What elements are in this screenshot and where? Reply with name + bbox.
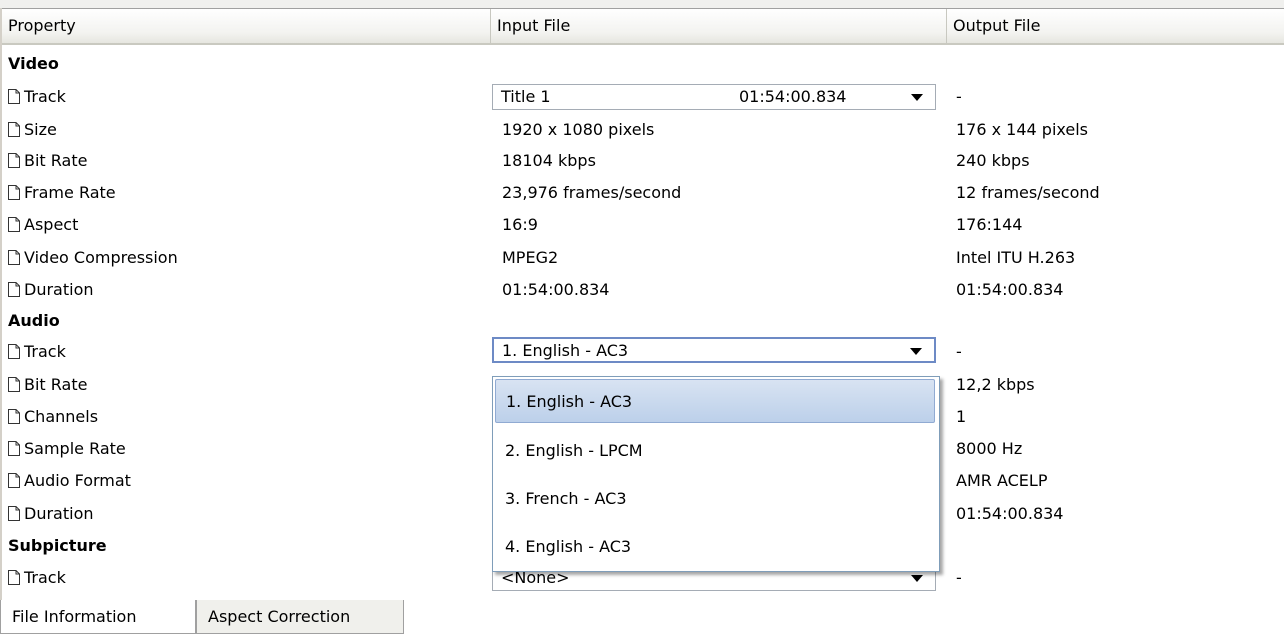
document-icon [8,409,20,424]
section-video: Video [8,54,59,73]
output-value: 01:54:00.834 [956,280,1064,299]
file-info-panel: Property Input File Output File Video Tr… [0,0,1284,600]
video-track-value: Title 1 [501,87,551,106]
input-value: 23,976 frames/second [502,183,682,202]
document-icon [8,473,20,488]
document-icon [8,344,20,359]
dropdown-arrow-icon[interactable] [910,348,922,355]
property-label: Aspect [24,215,79,234]
property-label: Frame Rate [24,183,116,202]
column-header: Property Input File Output File [2,9,1284,45]
document-icon [8,282,20,297]
section-subpicture: Subpicture [8,536,107,555]
audio-track-value: 1. English - AC3 [502,341,629,360]
audio-track-dropdown-list: 1. English - AC3 2. English - LPCM 3. Fr… [492,376,940,572]
video-track-combo[interactable]: Title 1 01:54:00.834 [492,84,936,110]
output-value: - [956,87,962,106]
document-icon [8,506,20,521]
output-value: 8000 Hz [956,439,1023,458]
input-value: 01:54:00.834 [502,280,610,299]
property-label: Duration [24,504,94,523]
video-track-row[interactable]: Track Title 1 01:54:00.834 - [0,82,1284,112]
output-value: 12 frames/second [956,183,1100,202]
dropdown-arrow-icon[interactable] [911,575,923,582]
property-label: Track [24,87,66,106]
video-framerate-row[interactable]: Frame Rate 23,976 frames/second 12 frame… [0,178,1284,208]
property-label: Video Compression [24,248,178,267]
output-value: AMR ACELP [956,471,1048,490]
dropdown-arrow-icon[interactable] [911,94,923,101]
property-label: Track [24,342,66,361]
tab-file-information[interactable]: File Information [0,600,196,634]
column-header-output-file[interactable]: Output File [946,9,1284,43]
column-header-input-file[interactable]: Input File [490,9,946,43]
input-value: MPEG2 [502,248,559,267]
document-icon [8,153,20,168]
document-icon [8,89,20,104]
section-audio: Audio [8,311,60,330]
property-label: Duration [24,280,94,299]
property-label: Bit Rate [24,375,88,394]
video-track-time: 01:54:00.834 [739,87,847,106]
output-value: 1 [956,407,967,426]
document-icon [8,217,20,232]
output-value: Intel ITU H.263 [956,248,1076,267]
output-value: 176:144 [956,215,1023,234]
output-value: - [956,342,962,361]
output-value: 12,2 kbps [956,375,1035,394]
audio-track-row[interactable]: Track 1. English - AC3 - [0,337,1284,367]
property-label: Size [24,120,57,139]
video-duration-row[interactable]: Duration 01:54:00.834 01:54:00.834 [0,275,1284,305]
audio-track-combo[interactable]: 1. English - AC3 [492,337,936,363]
property-label: Audio Format [24,471,131,490]
video-size-row[interactable]: Size 1920 x 1080 pixels 176 x 144 pixels [0,115,1284,145]
audio-track-option[interactable]: 4. English - AC3 [495,525,935,569]
audio-track-option[interactable]: 1. English - AC3 [495,379,935,423]
input-value: 1920 x 1080 pixels [502,120,655,139]
video-bitrate-row[interactable]: Bit Rate 18104 kbps 240 kbps [0,146,1284,176]
tab-bar: File Information Aspect Correction [0,600,1284,635]
input-value: 16:9 [502,215,538,234]
document-icon [8,250,20,265]
output-value: 01:54:00.834 [956,504,1064,523]
tab-aspect-correction[interactable]: Aspect Correction [196,600,404,634]
audio-track-option[interactable]: 2. English - LPCM [495,429,935,473]
audio-track-option[interactable]: 3. French - AC3 [495,477,935,521]
document-icon [8,185,20,200]
video-aspect-row[interactable]: Aspect 16:9 176:144 [0,210,1284,240]
property-label: Channels [24,407,99,426]
property-label: Bit Rate [24,151,88,170]
input-value: 18104 kbps [502,151,596,170]
document-icon [8,122,20,137]
output-value: 240 kbps [956,151,1030,170]
output-value: - [956,568,962,587]
property-label: Track [24,568,66,587]
document-icon [8,441,20,456]
property-label: Sample Rate [24,439,126,458]
document-icon [8,570,20,585]
document-icon [8,377,20,392]
panel-top-border [0,0,1284,9]
column-header-property[interactable]: Property [2,9,490,43]
output-value: 176 x 144 pixels [956,120,1089,139]
video-compression-row[interactable]: Video Compression MPEG2 Intel ITU H.263 [0,243,1284,273]
